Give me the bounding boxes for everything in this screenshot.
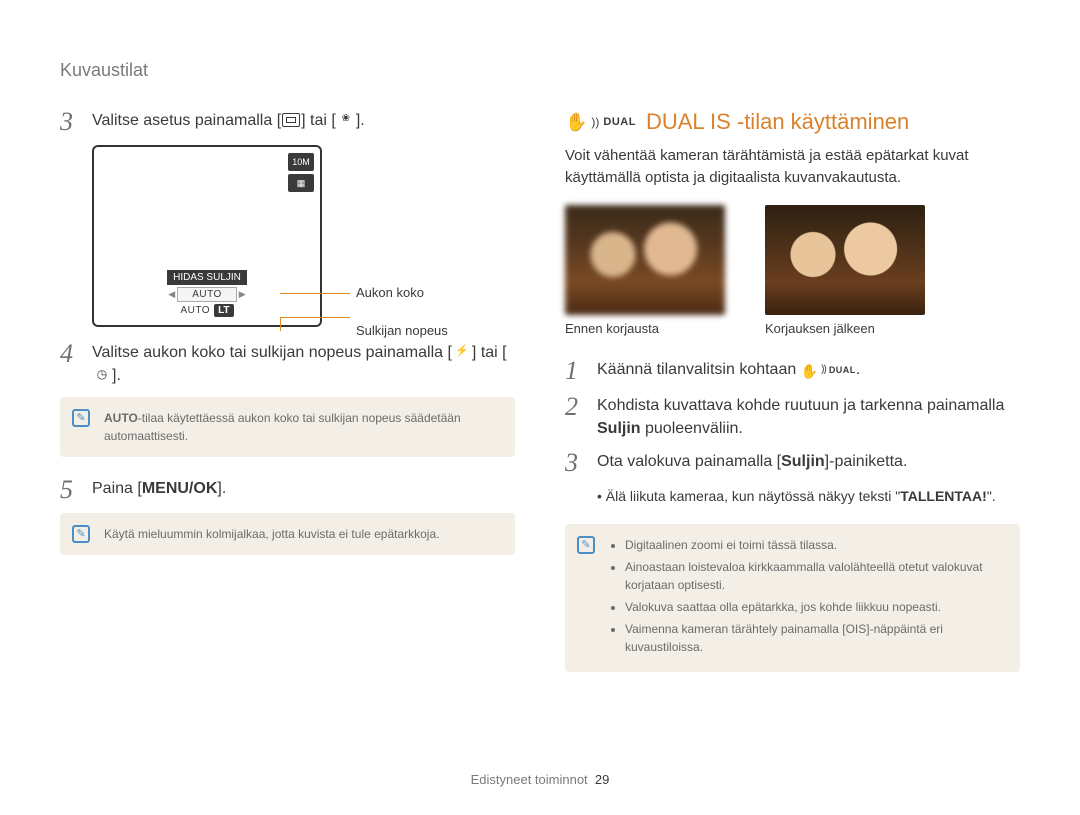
note-item: Vaimenna kameran tärähtely painamalla [O…	[625, 620, 1006, 656]
step-5: 5 Paina [MENU/OK].	[60, 477, 515, 503]
step-3: 3 Valitse asetus painamalla [] tai [].	[60, 109, 515, 135]
breadcrumb: Kuvaustilat	[60, 60, 1020, 81]
display-icon	[282, 113, 300, 127]
lcd-frame: 10M ▦ HIDAS SULJIN ◀ AUTO ▶ AUTO LT	[92, 145, 322, 327]
callout-aperture: Aukon koko	[356, 285, 424, 300]
lcd-menu: HIDAS SULJIN ◀ AUTO ▶ AUTO LT	[141, 267, 273, 317]
callout-shutter: Sulkijan nopeus	[356, 323, 448, 338]
example-photos: Ennen korjausta Korjauksen jälkeen	[565, 205, 1020, 336]
aperture-value: AUTO	[177, 287, 237, 302]
quality-icon: ▦	[288, 174, 314, 192]
step-number: 2	[565, 394, 585, 420]
dual-mode-icon: ✋)) DUAL	[565, 112, 636, 133]
leader-line	[280, 293, 350, 294]
step-text: Käännä tilanvalitsin kohtaan ✋))DUAL.	[597, 358, 860, 381]
step-number: 1	[565, 358, 585, 384]
leader-line	[280, 317, 281, 331]
footer-section: Edistyneet toiminnot	[471, 772, 588, 787]
waves-icon: ))	[821, 363, 826, 378]
waves-icon: ))	[591, 115, 599, 129]
section-intro: Voit vähentää kameran tärähtämistä ja es…	[565, 145, 1020, 189]
note-icon	[72, 409, 90, 427]
page-footer: Edistyneet toiminnot 29	[0, 772, 1080, 787]
hand-icon: ✋	[565, 112, 587, 133]
note-auto: AUTO-tilaa käytettäessä aukon koko tai s…	[60, 397, 515, 457]
mode-label: HIDAS SULJIN	[167, 270, 247, 285]
shutter-value: AUTO	[180, 305, 210, 316]
page-number: 29	[595, 772, 609, 787]
step-text: Valitse aukon koko tai sulkijan nopeus p…	[92, 341, 515, 387]
step-text: Paina [MENU/OK].	[92, 477, 226, 500]
note-icon	[72, 525, 90, 543]
step-number: 4	[60, 341, 80, 367]
macro-icon	[337, 113, 355, 127]
step-number: 5	[60, 477, 80, 503]
section-title: ✋)) DUAL DUAL IS -tilan käyttäminen	[565, 109, 1020, 135]
hand-icon: ✋	[801, 361, 818, 381]
dual-mode-icon: ✋))DUAL	[801, 361, 856, 381]
left-column: 3 Valitse asetus painamalla [] tai []. 1…	[60, 109, 515, 692]
note-item: Ainoastaan loistevaloa kirkkaammalla val…	[625, 558, 1006, 594]
leader-line	[280, 317, 350, 318]
note-item: Valokuva saattaa olla epätarkka, jos koh…	[625, 598, 1006, 616]
right-column: ✋)) DUAL DUAL IS -tilan käyttäminen Voit…	[565, 109, 1020, 692]
step-number: 3	[60, 109, 80, 135]
step-4: 4 Valitse aukon koko tai sulkijan nopeus…	[60, 341, 515, 387]
timer-icon	[93, 368, 111, 382]
step-text: Ota valokuva painamalla [Suljin]-painike…	[597, 450, 907, 473]
caption-before: Ennen korjausta	[565, 321, 725, 336]
photo-after	[765, 205, 925, 315]
flash-icon	[453, 345, 471, 359]
camera-screen-diagram: 10M ▦ HIDAS SULJIN ◀ AUTO ▶ AUTO LT	[92, 145, 412, 327]
caption-after: Korjauksen jälkeen	[765, 321, 925, 336]
note-icon	[577, 536, 595, 554]
step-number: 3	[565, 450, 585, 476]
section-heading: DUAL IS -tilan käyttäminen	[646, 109, 909, 135]
photo-before	[565, 205, 725, 315]
note-dual: Digitaalinen zoomi ei toimi tässä tilass…	[565, 524, 1020, 672]
lcd-side-icons: 10M ▦	[288, 153, 314, 192]
note-tripod: Käytä mieluummin kolmijalkaa, jotta kuvi…	[60, 513, 515, 555]
right-arrow-icon: ▶	[239, 289, 246, 300]
right-step-3: 3 Ota valokuva painamalla [Suljin]-paini…	[565, 450, 1020, 476]
right-step-1: 1 Käännä tilanvalitsin kohtaan ✋))DUAL.	[565, 358, 1020, 384]
right-step-3-bullet: Älä liikuta kameraa, kun näytössä näkyy …	[565, 486, 1020, 506]
lt-badge: LT	[214, 304, 233, 317]
step-text: Valitse asetus painamalla [] tai [].	[92, 109, 365, 132]
left-arrow-icon: ◀	[168, 289, 175, 300]
resolution-icon: 10M	[288, 153, 314, 171]
note-item: Digitaalinen zoomi ei toimi tässä tilass…	[625, 536, 1006, 554]
step-text: Kohdista kuvattava kohde ruutuun ja tark…	[597, 394, 1020, 440]
right-step-2: 2 Kohdista kuvattava kohde ruutuun ja ta…	[565, 394, 1020, 440]
